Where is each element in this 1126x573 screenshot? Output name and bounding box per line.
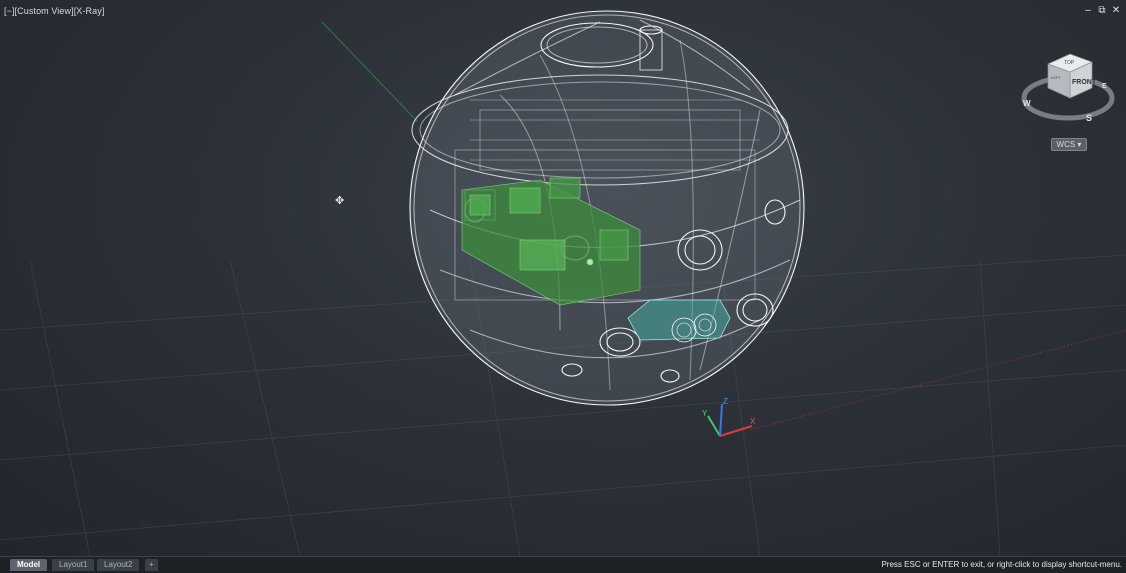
restore-viewport-button[interactable]: ⧉ bbox=[1096, 5, 1108, 16]
wcs-menu-button[interactable]: WCS ▾ bbox=[1051, 138, 1087, 151]
ultrasonic-sensor bbox=[627, 299, 731, 343]
tab-layout2[interactable]: Layout2 bbox=[97, 559, 140, 571]
add-layout-button[interactable]: + bbox=[145, 559, 158, 571]
compass-west-label: W bbox=[1023, 99, 1031, 108]
world-y-axis-line bbox=[321, 21, 419, 123]
pan-cursor-icon: ✥ bbox=[335, 195, 345, 207]
compass-south-label: S bbox=[1086, 113, 1092, 123]
ucs-x-label: X bbox=[750, 417, 756, 426]
viewcube-front-label: FRONT bbox=[1072, 79, 1097, 86]
xray-scene: X Y Z bbox=[0, 10, 1126, 556]
tab-layout1[interactable]: Layout1 bbox=[52, 559, 95, 571]
ucs-y-label: Y bbox=[702, 409, 708, 418]
command-prompt-text: Press ESC or ENTER to exit, or right-cli… bbox=[881, 560, 1122, 569]
viewcube-left-label: LEFT bbox=[1051, 75, 1061, 80]
model-viewport[interactable]: X Y Z [−][Custom View][X-Ray] – ⧉ ✕ ✥ TO… bbox=[0, 0, 1126, 556]
viewport-controls-label[interactable]: [−][Custom View][X-Ray] bbox=[4, 6, 104, 16]
minimize-viewport-button[interactable]: – bbox=[1082, 5, 1094, 16]
close-viewport-button[interactable]: ✕ bbox=[1110, 5, 1122, 16]
compass-east-label: E bbox=[1102, 83, 1107, 90]
ucs-icon bbox=[707, 403, 753, 437]
tab-model[interactable]: Model bbox=[10, 559, 48, 571]
world-x-axis-line bbox=[749, 329, 1126, 431]
ucs-z-label: Z bbox=[723, 397, 728, 406]
viewcube-top-label: TOP bbox=[1064, 60, 1075, 66]
viewcube[interactable]: TOP FRONT LEFT W S E bbox=[1018, 46, 1118, 128]
layout-tab-bar: Model Layout1 Layout2 + Press ESC or ENT… bbox=[0, 556, 1126, 573]
